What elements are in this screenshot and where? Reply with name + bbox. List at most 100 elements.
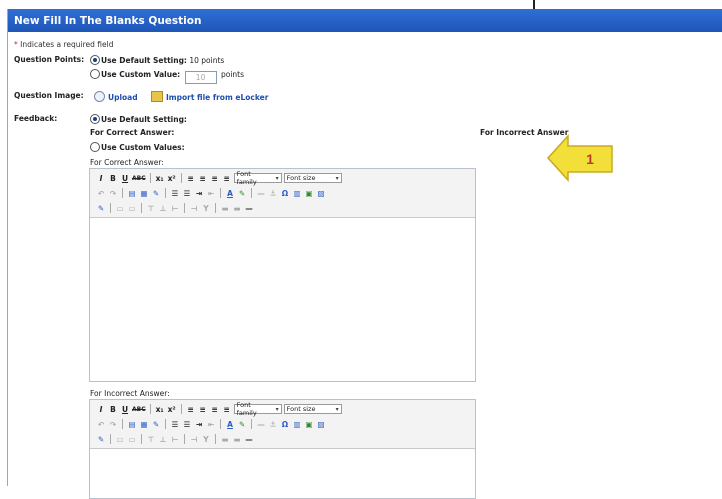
insert-row-after-icon[interactable]: ⊥ [158,203,168,214]
import-elocker-link[interactable]: Import file from eLocker [151,91,268,102]
required-note-text: Indicates a required field [20,40,114,49]
cleanup-icon[interactable]: ✎ [151,188,161,199]
underline-button[interactable]: U [120,404,130,415]
paste-icon[interactable]: ▤ [127,188,137,199]
table-icon[interactable]: ▥ [292,188,302,199]
special-char-icon[interactable]: Ω [280,419,290,430]
merge-cells-icon[interactable]: ▬ [220,203,230,214]
media-icon[interactable]: ▧ [316,419,326,430]
insert-row-after-icon[interactable]: ⊥ [158,434,168,445]
align-center-button[interactable]: ≡ [198,404,208,415]
delete-col-icon[interactable]: Y [201,203,211,214]
anchor-icon[interactable]: ⚓ [268,419,278,430]
split-cells-icon[interactable]: ▬ [232,434,242,445]
redo-icon[interactable]: ↷ [108,419,118,430]
strikethrough-button[interactable]: ABC [132,404,146,415]
text-color-icon[interactable]: A [225,419,235,430]
font-size-select[interactable]: Font size ▾ [283,404,342,414]
points-custom-radio[interactable] [90,69,100,79]
undo-icon[interactable]: ↶ [96,188,106,199]
insert-row-before-icon[interactable]: ⊤ [146,434,156,445]
insert-row-before-icon[interactable]: ⊤ [146,203,156,214]
edit-icon[interactable]: ✎ [96,203,106,214]
outdent-icon[interactable]: ⇤ [206,188,216,199]
text-color-icon[interactable]: A [225,188,235,199]
image-icon[interactable]: ▣ [304,188,314,199]
align-right-button[interactable]: ≡ [210,404,220,415]
underline-button[interactable]: U [120,173,130,184]
toolbar-separator [251,188,252,198]
numbered-list-icon[interactable]: ☰ [182,188,192,199]
subscript-button[interactable]: x₁ [155,404,165,415]
align-left-button[interactable]: ≡ [186,404,196,415]
align-left-button[interactable]: ≡ [186,173,196,184]
horizontal-line-icon[interactable]: — [256,188,266,199]
paste-word-icon[interactable]: ▦ [139,188,149,199]
row-props-icon[interactable]: ▭ [127,203,137,214]
italic-button[interactable]: I [96,173,106,184]
outdent-icon[interactable]: ⇤ [206,419,216,430]
toolbar-separator [180,404,182,414]
question-points-label: Question Points: [14,55,85,64]
media-icon[interactable]: ▧ [316,188,326,199]
special-char-icon[interactable]: Ω [280,188,290,199]
superscript-button[interactable]: x² [167,404,177,415]
cell-props-icon[interactable]: ▭ [115,203,125,214]
subscript-button[interactable]: x₁ [155,173,165,184]
feedback-custom-radio[interactable] [90,142,100,152]
bullet-list-icon[interactable]: ☰ [170,188,180,199]
insert-col-icon[interactable]: ⊣ [189,203,199,214]
merge-cells-icon[interactable]: ▬ [220,434,230,445]
italic-button[interactable]: I [96,404,106,415]
hr-icon[interactable]: — [244,203,254,214]
callout-number: 1 [586,151,594,167]
horizontal-line-icon[interactable]: — [256,419,266,430]
bold-button[interactable]: B [108,404,118,415]
toolbar-separator [110,203,111,213]
undo-icon[interactable]: ↶ [96,419,106,430]
points-custom-input[interactable]: 10 [184,71,217,84]
justify-button[interactable]: ≡ [222,173,232,184]
toolbar-separator [149,173,151,183]
edit-icon[interactable]: ✎ [96,434,106,445]
highlight-color-icon[interactable]: ✎ [237,419,247,430]
strikethrough-button[interactable]: ABC [132,173,146,184]
feedback-default-radio[interactable] [90,114,100,124]
font-family-select[interactable]: Font family ▾ [233,170,282,186]
numbered-list-icon[interactable]: ☰ [182,419,192,430]
toolbar-separator [141,203,142,213]
bold-button[interactable]: B [108,173,118,184]
indent-icon[interactable]: ⇥ [194,188,204,199]
cell-props-icon[interactable]: ▭ [115,434,125,445]
hr-icon[interactable]: — [244,434,254,445]
delete-row-icon[interactable]: ⊢ [170,434,180,445]
delete-col-icon[interactable]: Y [201,434,211,445]
upload-link[interactable]: Upload [94,91,138,102]
row-props-icon[interactable]: ▭ [127,434,137,445]
paste-icon[interactable]: ▤ [127,419,137,430]
points-default-radio[interactable] [90,55,100,65]
split-cells-icon[interactable]: ▬ [232,203,242,214]
insert-col-icon[interactable]: ⊣ [189,434,199,445]
font-size-select[interactable]: Font size ▾ [283,173,342,183]
bullet-list-icon[interactable]: ☰ [170,419,180,430]
align-right-button[interactable]: ≡ [210,173,220,184]
editor-incorrect-body[interactable] [90,449,475,498]
highlight-color-icon[interactable]: ✎ [237,188,247,199]
editor-correct-body[interactable] [90,218,475,381]
align-center-button[interactable]: ≡ [198,173,208,184]
feedback-custom-label: Use Custom Values: [101,143,185,152]
redo-icon[interactable]: ↷ [108,188,118,199]
superscript-button[interactable]: x² [167,173,177,184]
table-icon[interactable]: ▥ [292,419,302,430]
feedback-custom-row: Use Custom Values: [90,142,185,152]
anchor-icon[interactable]: ⚓ [268,188,278,199]
image-icon[interactable]: ▣ [304,419,314,430]
indent-icon[interactable]: ⇥ [194,419,204,430]
cleanup-icon[interactable]: ✎ [151,419,161,430]
justify-button[interactable]: ≡ [222,404,232,415]
delete-row-icon[interactable]: ⊢ [170,203,180,214]
font-family-select[interactable]: Font family ▾ [233,401,282,417]
paste-word-icon[interactable]: ▦ [139,419,149,430]
points-default-label: Use Default Setting: [101,56,187,65]
